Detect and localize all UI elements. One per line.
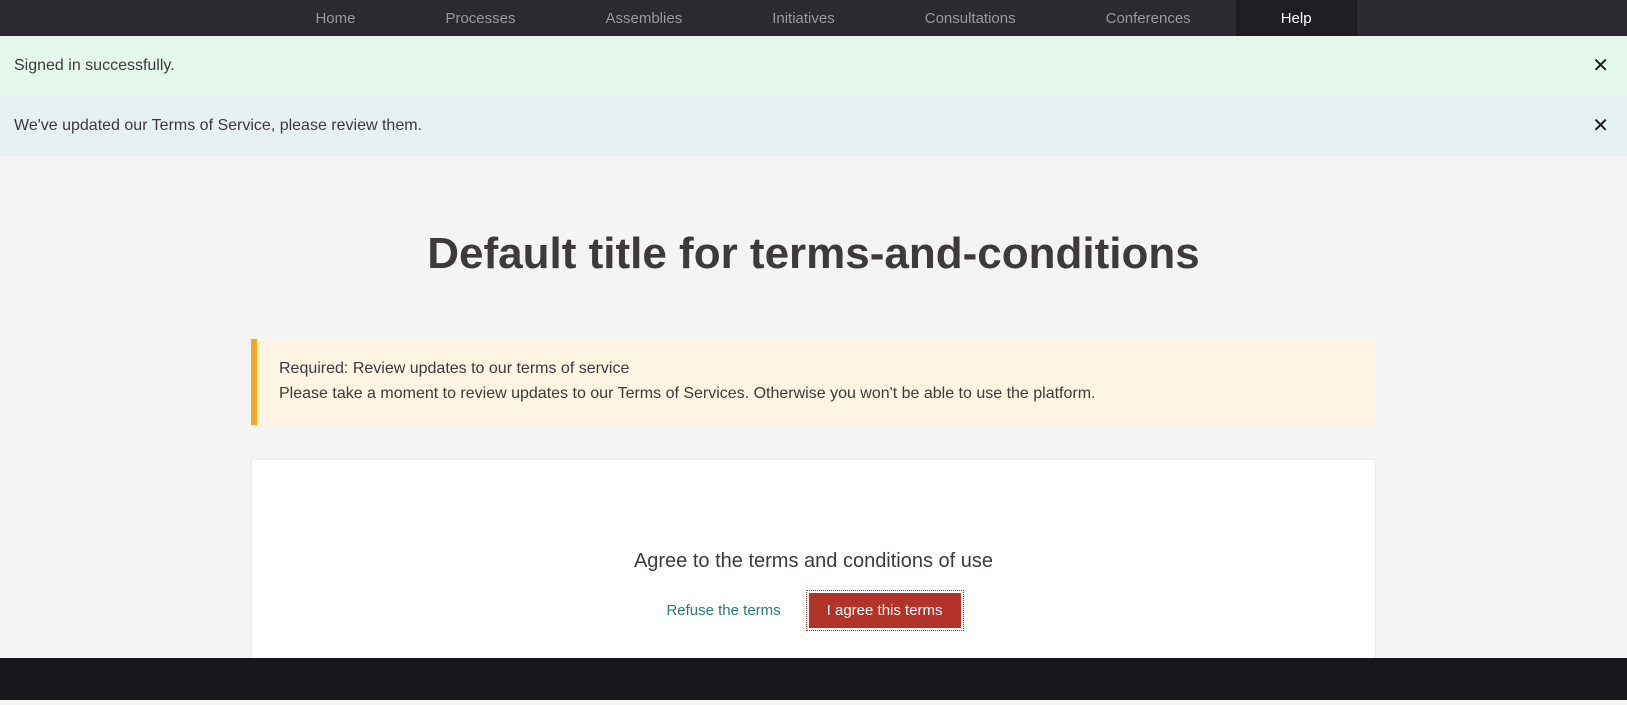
- nav-item-processes[interactable]: Processes: [400, 0, 560, 36]
- close-icon[interactable]: ✕: [1588, 112, 1613, 140]
- top-nav: Home Processes Assemblies Initiatives Co…: [0, 0, 1627, 36]
- flash-info-text: We've updated our Terms of Service, plea…: [14, 117, 422, 135]
- nav-item-conferences[interactable]: Conferences: [1061, 0, 1236, 36]
- callout-body: Please take a moment to review updates t…: [279, 382, 1354, 407]
- refuse-terms-link[interactable]: Refuse the terms: [666, 602, 780, 619]
- nav-item-initiatives[interactable]: Initiatives: [727, 0, 880, 36]
- nav-item-consultations[interactable]: Consultations: [880, 0, 1061, 36]
- card-heading: Agree to the terms and conditions of use: [292, 550, 1335, 573]
- nav-item-home[interactable]: Home: [270, 0, 400, 36]
- nav-item-help[interactable]: Help: [1236, 0, 1357, 36]
- agree-terms-button[interactable]: I agree this terms: [809, 593, 961, 628]
- callout-heading: Required: Review updates to our terms of…: [279, 357, 1354, 382]
- nav-item-assemblies[interactable]: Assemblies: [561, 0, 728, 36]
- close-icon[interactable]: ✕: [1588, 52, 1613, 80]
- flash-success-text: Signed in successfully.: [14, 57, 175, 75]
- terms-card: Agree to the terms and conditions of use…: [251, 459, 1376, 665]
- page-title: Default title for terms-and-conditions: [0, 229, 1627, 279]
- terms-update-callout: Required: Review updates to our terms of…: [251, 339, 1376, 425]
- footer-strip: [0, 658, 1627, 700]
- flash-info: We've updated our Terms of Service, plea…: [0, 96, 1627, 156]
- flash-success: Signed in successfully. ✕: [0, 36, 1627, 96]
